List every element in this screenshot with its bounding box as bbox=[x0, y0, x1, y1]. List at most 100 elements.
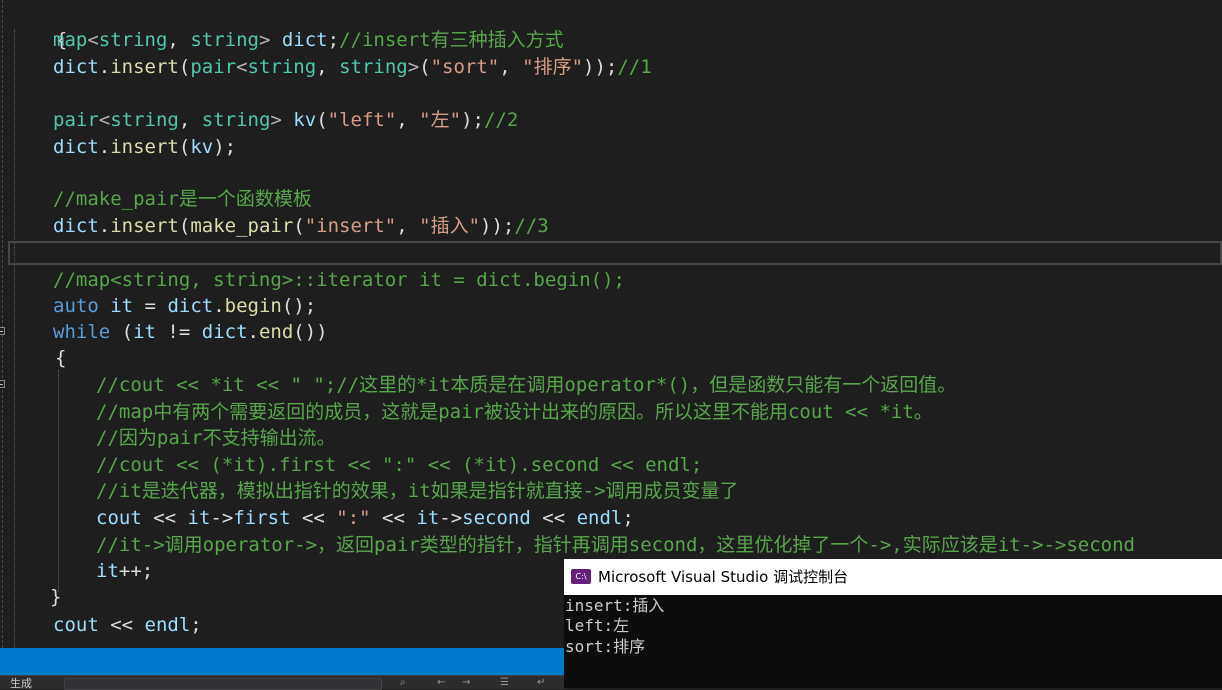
code-line[interactable]: cout << endl; bbox=[53, 612, 202, 638]
op-token: < bbox=[87, 29, 99, 51]
word-wrap-icon[interactable]: ↵ bbox=[537, 677, 545, 688]
punc-token: ( bbox=[178, 215, 191, 237]
code-line[interactable]: cout << it->first << ":" << it->second <… bbox=[96, 505, 634, 531]
punc-token: ; bbox=[141, 560, 154, 582]
op-token: < bbox=[98, 109, 111, 131]
punc-token: << bbox=[141, 507, 188, 529]
margin-guide bbox=[2, 0, 3, 648]
punc-token: , bbox=[178, 109, 202, 131]
code-line[interactable]: auto it = dict.begin(); bbox=[53, 293, 316, 319]
punc-token: << bbox=[530, 507, 577, 529]
punc-token: } bbox=[50, 586, 62, 608]
punc-token: -> bbox=[210, 507, 234, 529]
var-token: first bbox=[233, 507, 291, 529]
comment-token: //it->调用operator->，返回pair类型的指针，指针再调用seco… bbox=[96, 534, 1135, 556]
code-line[interactable]: //it->调用operator->，返回pair类型的指针，指针再调用seco… bbox=[96, 532, 1135, 558]
type-token: string bbox=[247, 56, 317, 78]
comment-token: //it是迭代器，模拟出指针的效果，it如果是指针就直接->调用成员变量了 bbox=[96, 480, 739, 502]
punc-token: ( bbox=[293, 215, 305, 237]
punc-token: ); bbox=[461, 109, 484, 131]
clear-icon[interactable]: ☰ bbox=[500, 677, 509, 688]
comment-token: //3 bbox=[514, 215, 549, 237]
op-token: > bbox=[407, 56, 420, 78]
code-line[interactable]: //cout << *it << " ";//这里的*it本质是在调用opera… bbox=[96, 372, 956, 398]
debug-console-window[interactable]: C:\ Microsoft Visual Studio 调试控制台 insert… bbox=[564, 559, 1222, 688]
console-output-line: sort:排序 bbox=[565, 637, 646, 656]
func-token: insert bbox=[110, 56, 179, 78]
code-editor[interactable]: { map<string, string> dict;//insert有三种插入… bbox=[0, 0, 1222, 648]
code-line[interactable]: { bbox=[55, 345, 66, 371]
punc-token: . bbox=[213, 295, 225, 317]
var-token: endl bbox=[144, 614, 191, 636]
code-line[interactable]: dict.insert(kv); bbox=[53, 134, 236, 160]
code-line[interactable]: } bbox=[50, 584, 61, 610]
punc-token: ; bbox=[190, 614, 202, 636]
var-token: cout bbox=[53, 614, 99, 636]
var-token: dict bbox=[53, 215, 99, 237]
code-line[interactable]: //make_pair是一个函数模板 bbox=[53, 186, 312, 212]
punc-token: << bbox=[98, 614, 145, 636]
punc-token: ; bbox=[622, 507, 634, 529]
code-line[interactable]: //cout << (*it).first << ":" << (*it).se… bbox=[96, 452, 702, 478]
op-token: > bbox=[258, 29, 271, 51]
var-token: it bbox=[96, 560, 119, 582]
output-source-label: 生成 bbox=[10, 677, 32, 690]
console-title: Microsoft Visual Studio 调试控制台 bbox=[598, 568, 849, 586]
punc-token: ; bbox=[327, 29, 340, 51]
var-token: it bbox=[187, 507, 211, 529]
code-line[interactable]: pair<string, string> kv("left", "左");//2 bbox=[53, 107, 518, 133]
next-icon[interactable]: → bbox=[462, 677, 470, 688]
punc-token: , bbox=[167, 29, 191, 51]
var-token: second bbox=[462, 507, 531, 529]
console-app-icon: C:\ bbox=[571, 569, 591, 584]
code-line[interactable]: //map<string, string>::iterator it = dic… bbox=[53, 267, 625, 293]
punc-token: ()) bbox=[293, 321, 328, 343]
code-line[interactable]: dict.insert(make_pair("insert", "插入"));/… bbox=[53, 213, 549, 239]
punc-token: ( bbox=[419, 56, 431, 78]
string-token: "sort" bbox=[430, 56, 500, 78]
console-output-line: insert:插入 bbox=[565, 596, 665, 615]
code-line[interactable]: map<string, string> dict;//insert有三种插入方式 bbox=[53, 27, 564, 53]
code-line[interactable]: { bbox=[10, 1, 67, 51]
var-token: it bbox=[416, 507, 440, 529]
console-output-line: left:左 bbox=[565, 616, 630, 635]
previous-icon[interactable]: ← bbox=[437, 677, 445, 688]
punc-token bbox=[282, 109, 293, 131]
string-token: ":" bbox=[336, 507, 371, 529]
code-line[interactable]: it++; bbox=[96, 558, 153, 584]
fold-toggle-icon[interactable] bbox=[0, 327, 5, 335]
find-icon[interactable]: ⌕ bbox=[400, 677, 406, 688]
punc-token: , bbox=[316, 56, 340, 78]
comment-token: //map中有两个需要返回的成员，这就是pair被设计出来的原因。所以这里不能用… bbox=[96, 401, 933, 423]
var-token: dict bbox=[167, 295, 214, 317]
punc-token: { bbox=[55, 347, 67, 369]
punc-token: . bbox=[98, 215, 111, 237]
var-token: cout bbox=[96, 507, 142, 529]
type-token: string bbox=[98, 29, 168, 51]
punc-token: -> bbox=[439, 507, 463, 529]
var-token: endl bbox=[576, 507, 623, 529]
punc-token: ); bbox=[213, 136, 237, 158]
punc-token: ( bbox=[110, 321, 134, 343]
comment-token: //1 bbox=[617, 56, 652, 78]
code-line[interactable]: while (it != dict.end()) bbox=[53, 319, 328, 345]
console-titlebar[interactable]: C:\ Microsoft Visual Studio 调试控制台 bbox=[564, 559, 1222, 595]
string-token: "insert" bbox=[304, 215, 397, 237]
punc-token: << bbox=[370, 507, 417, 529]
type-token: pair bbox=[190, 56, 237, 78]
code-line[interactable]: //因为pair不支持输出流。 bbox=[96, 425, 336, 451]
fold-toggle-icon[interactable] bbox=[0, 380, 5, 388]
code-line[interactable]: //it是迭代器，模拟出指针的效果，it如果是指针就直接->调用成员变量了 bbox=[96, 478, 739, 504]
punc-token: (); bbox=[281, 295, 317, 317]
code-line[interactable]: dict.insert(pair<string, string>("sort",… bbox=[53, 54, 652, 80]
var-token: kv bbox=[190, 136, 214, 158]
punc-token: , bbox=[396, 215, 420, 237]
punc-token: )); bbox=[480, 215, 515, 237]
output-panel-toolbar: 生成 ⌕ ← → ☰ ↵ bbox=[0, 675, 565, 690]
code-line[interactable]: //map中有两个需要返回的成员，这就是pair被设计出来的原因。所以这里不能用… bbox=[96, 399, 933, 425]
punc-token: << bbox=[290, 507, 337, 529]
comment-token: //cout << (*it).first << ":" << (*it).se… bbox=[96, 454, 703, 476]
string-token: "左" bbox=[419, 109, 462, 131]
punc-token: != bbox=[155, 321, 202, 343]
output-source-dropdown[interactable] bbox=[64, 678, 382, 690]
